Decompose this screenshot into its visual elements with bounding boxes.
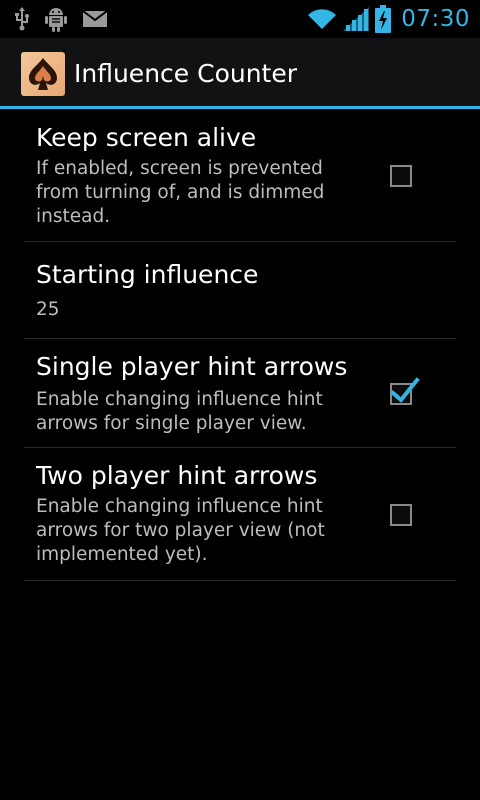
- spade-app-icon[interactable]: [21, 52, 65, 96]
- keep-screen-alive-checkbox[interactable]: [390, 165, 412, 187]
- pref-summary: If enabled, screen is prevented from tur…: [36, 158, 325, 227]
- pref-title: Two player hint arrows: [36, 461, 318, 490]
- usb-icon: [14, 7, 30, 31]
- single-player-hint-arrows-checkbox[interactable]: [390, 377, 420, 405]
- pref-summary: Enable changing influence hint arrows fo…: [36, 389, 323, 434]
- pref-summary: Enable changing influence hint arrows fo…: [36, 496, 325, 565]
- two-player-hint-arrows-checkbox[interactable]: [390, 504, 412, 526]
- pref-two-player-hint-arrows[interactable]: Two player hint arrows Enable changing i…: [24, 448, 456, 581]
- pref-title: Single player hint arrows: [36, 352, 348, 381]
- pref-title: Starting influence: [36, 260, 259, 289]
- screen: 07:30 Influence Counter Keep screen aliv…: [0, 0, 480, 800]
- preference-list: Keep screen alive If enabled, screen is …: [0, 109, 480, 581]
- action-bar: Influence Counter: [0, 38, 480, 106]
- battery-charging-icon: [375, 5, 392, 33]
- email-icon: [82, 9, 108, 29]
- pref-keep-screen-alive[interactable]: Keep screen alive If enabled, screen is …: [24, 109, 456, 242]
- pref-single-player-hint-arrows[interactable]: Single player hint arrows Enable changin…: [24, 339, 456, 448]
- app-title: Influence Counter: [74, 59, 298, 88]
- signal-icon: [343, 7, 370, 31]
- clock: 07:30: [401, 6, 470, 32]
- pref-title: Keep screen alive: [36, 123, 257, 152]
- status-bar: 07:30: [0, 0, 480, 38]
- pref-starting-influence[interactable]: Starting influence 25: [24, 242, 456, 339]
- android-debug-icon: [44, 6, 68, 32]
- wifi-icon: [307, 7, 337, 31]
- check-mark-icon: [390, 377, 420, 403]
- pref-summary: 25: [36, 299, 60, 320]
